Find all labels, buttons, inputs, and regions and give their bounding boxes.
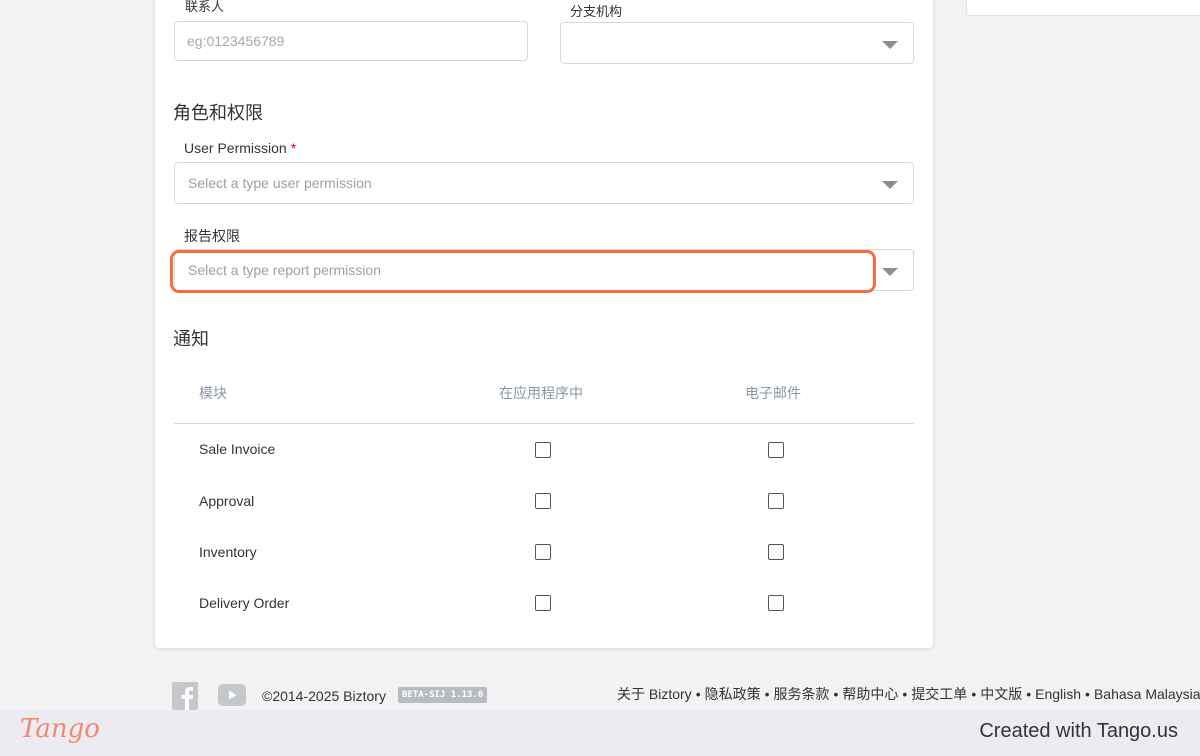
footer-link-terms[interactable]: 服务条款 [774, 686, 830, 702]
footer-links: 关于 Biztory • 隐私政策 • 服务条款 • 帮助中心 • 提交工单 • 中文版 • Engli… [617, 686, 1200, 702]
table-divider [174, 423, 914, 424]
tango-logo: Tango [20, 714, 100, 744]
roles-section-title: 角色和权限 [173, 103, 263, 123]
in-app-checkbox[interactable] [535, 544, 551, 560]
user-permission-select[interactable]: Select a type user permission [174, 162, 914, 204]
report-permission-placeholder: Select a type report permission [188, 262, 381, 278]
copyright-text: ©2014-2025 Biztory [262, 688, 386, 704]
in-app-checkbox[interactable] [535, 595, 551, 611]
branch-select[interactable] [560, 22, 914, 64]
module-name: Sale Invoice [199, 441, 276, 457]
email-checkbox[interactable] [768, 442, 784, 458]
report-permission-select[interactable]: Select a type report permission [174, 249, 914, 291]
column-header-in-app: 在应用程序中 [499, 385, 583, 401]
footer-link-privacy[interactable]: 隐私政策 [705, 686, 761, 702]
required-mark: * [290, 140, 297, 156]
user-permission-label: User Permission * [184, 140, 297, 156]
email-checkbox[interactable] [768, 493, 784, 509]
in-app-checkbox[interactable] [535, 442, 551, 458]
user-permission-placeholder: Select a type user permission [188, 175, 372, 191]
footer-link-chinese[interactable]: 中文版 [980, 686, 1022, 702]
footer-link-ticket[interactable]: 提交工单 [911, 686, 967, 702]
contact-label: 联系人 [185, 0, 225, 14]
module-name: Inventory [199, 544, 257, 560]
footer-link-english[interactable]: English [1035, 686, 1081, 702]
footer-link-help[interactable]: 帮助中心 [842, 686, 898, 702]
email-checkbox[interactable] [768, 544, 784, 560]
contact-field[interactable] [174, 21, 528, 61]
chevron-down-icon [882, 41, 898, 49]
in-app-checkbox[interactable] [535, 493, 551, 509]
notifications-section-title: 通知 [173, 329, 209, 349]
side-panel-edge [966, 0, 1200, 16]
facebook-icon[interactable] [172, 682, 198, 710]
chevron-down-icon [882, 268, 898, 276]
email-checkbox[interactable] [768, 595, 784, 611]
module-name: Delivery Order [199, 595, 290, 611]
column-header-email: 电子邮件 [745, 385, 801, 401]
footer-link-malay[interactable]: Bahasa Malaysia [1094, 686, 1200, 702]
module-name: Approval [199, 493, 255, 509]
report-permission-label: 报告权限 [184, 228, 240, 244]
chevron-down-icon [882, 181, 898, 189]
branch-label: 分支机构 [570, 4, 623, 19]
tango-created-with: Created with Tango.us [979, 720, 1178, 742]
column-header-module: 模块 [199, 385, 227, 401]
contact-input[interactable] [175, 22, 527, 60]
youtube-icon[interactable] [218, 684, 246, 706]
version-badge: BETA-SIJ 1.13.0 [398, 687, 488, 703]
footer-link-about[interactable]: 关于 Biztory [617, 686, 692, 702]
